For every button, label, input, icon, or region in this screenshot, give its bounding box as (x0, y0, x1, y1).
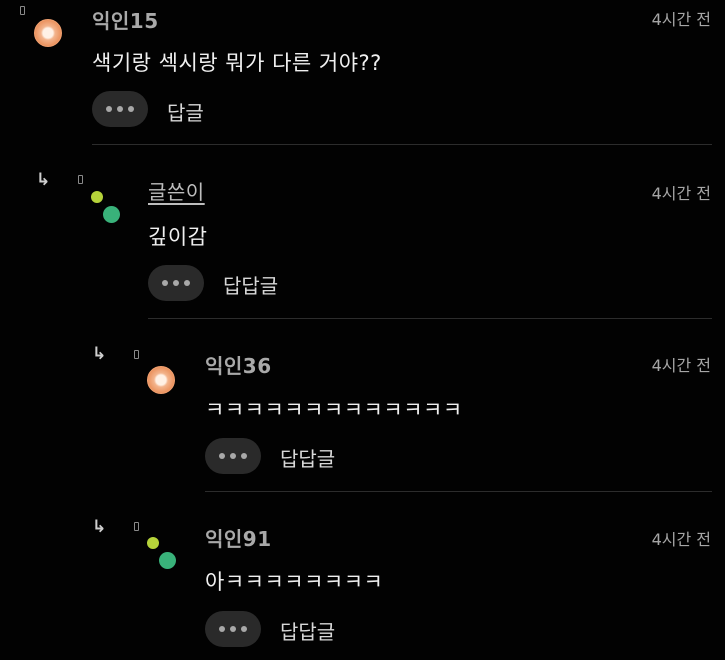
avatar-dot-small (91, 191, 103, 203)
comment-text: 아ㅋㅋㅋㅋㅋㅋㅋㅋ (205, 570, 384, 594)
more-options-button[interactable] (92, 91, 148, 127)
more-dot (219, 626, 225, 632)
more-dot (241, 626, 247, 632)
comment-author-name[interactable]: 익인15 (92, 5, 159, 34)
avatar-dot-small (147, 537, 159, 549)
reply-arrow-icon: ↳ (92, 517, 107, 537)
flag-icon[interactable] (134, 350, 139, 359)
reply-arrow-icon: ↳ (36, 170, 51, 190)
reply-button[interactable]: 답답글 (280, 616, 335, 645)
divider (148, 318, 712, 319)
avatar (147, 366, 175, 394)
comment-author-name[interactable]: 글쓴이 (148, 176, 205, 205)
comment-author-name[interactable]: 익인36 (205, 350, 272, 379)
avatar-dot-big (159, 552, 176, 569)
avatar (147, 537, 183, 577)
reply-arrow-icon: ↳ (92, 344, 107, 364)
more-dot (128, 106, 134, 112)
more-options-button[interactable] (205, 611, 261, 647)
divider (205, 491, 712, 492)
more-dot (173, 280, 179, 286)
more-dot (184, 280, 190, 286)
comment-timestamp: 4시간 전 (651, 10, 711, 29)
avatar (34, 19, 62, 47)
comment-timestamp: 4시간 전 (651, 530, 711, 549)
more-dot (162, 280, 168, 286)
divider (92, 144, 712, 145)
flag-icon[interactable] (134, 522, 139, 531)
more-options-button[interactable] (148, 265, 204, 301)
more-dot (219, 453, 225, 459)
avatar-dot-big (103, 206, 120, 223)
more-dot (230, 626, 236, 632)
more-dot (241, 453, 247, 459)
comment-text: ㅋㅋㅋㅋㅋㅋㅋㅋㅋㅋㅋㅋㅋ (205, 398, 463, 422)
more-options-button[interactable] (205, 438, 261, 474)
comment-timestamp: 4시간 전 (651, 356, 711, 375)
comment-text: 색기랑 섹시랑 뭐가 다른 거야?? (92, 51, 382, 75)
avatar (91, 191, 127, 231)
more-dot (106, 106, 112, 112)
comment-author-name[interactable]: 익인91 (205, 523, 272, 552)
comment-text: 깊이감 (148, 225, 208, 249)
reply-button[interactable]: 답답글 (280, 443, 335, 472)
more-dot (117, 106, 123, 112)
comment-timestamp: 4시간 전 (651, 184, 711, 203)
more-dot (230, 453, 236, 459)
reply-button[interactable]: 답답글 (223, 270, 278, 299)
flag-icon[interactable] (20, 6, 25, 15)
flag-icon[interactable] (78, 175, 83, 184)
reply-button[interactable]: 답글 (167, 97, 204, 126)
